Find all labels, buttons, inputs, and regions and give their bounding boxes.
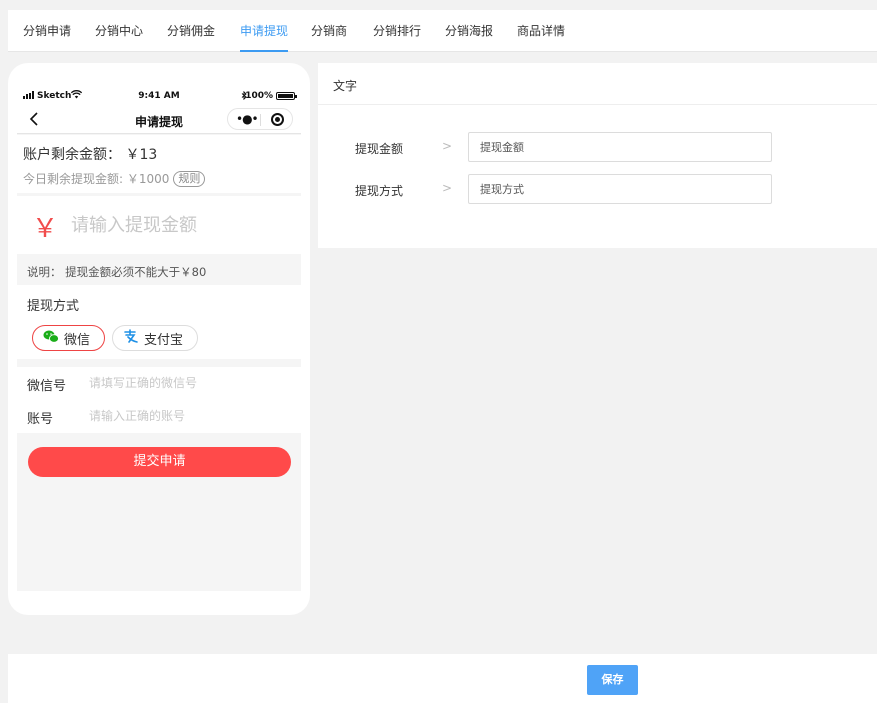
phone-preview: Sketch 9:41 AM 100% 申请提现 •●• 账户剩余金额： ￥13… — [8, 63, 310, 615]
wechat-id-row: 微信号 — [17, 367, 301, 400]
alipay-option[interactable]: 支付宝 — [112, 325, 198, 351]
submit-application-button[interactable]: 提交申请 — [28, 447, 291, 477]
withdraw-method-label: 提现方式 — [27, 299, 80, 314]
phone-screen: Sketch 9:41 AM 100% 申请提现 •●• 账户剩余金额： ￥13… — [17, 88, 301, 591]
status-bar: Sketch 9:41 AM 100% — [17, 88, 301, 106]
withdraw-amount-input[interactable] — [71, 211, 271, 239]
withdraw-method-section: 提现方式 微信 支付宝 — [17, 285, 301, 359]
chevron-right-icon: > — [442, 181, 453, 195]
settings-panel: 文字 提现金额 > 提现方式 > — [318, 63, 877, 248]
wechat-id-input[interactable] — [89, 373, 289, 393]
today-remaining: 今日剩余提现金额: ￥1000 规则 — [23, 170, 206, 187]
account-label: 账号 — [27, 412, 54, 427]
amount-text-input[interactable] — [468, 132, 772, 162]
panel-heading: 文字 — [333, 79, 358, 93]
rules-button[interactable]: 规则 — [173, 170, 206, 187]
footer-bar: 保存 — [8, 654, 877, 703]
today-remaining-text: 今日剩余提现金额: ￥1000 — [23, 172, 170, 186]
battery-percent: 100% — [245, 91, 273, 101]
wechat-label: 微信 — [64, 332, 91, 348]
close-target-icon[interactable] — [271, 113, 284, 126]
tab-distribution-center[interactable]: 分销中心 — [95, 10, 143, 52]
tab-product-detail[interactable]: 商品详情 — [517, 10, 565, 52]
tab-distribution-poster[interactable]: 分销海报 — [445, 10, 493, 52]
account-row: 账号 — [17, 400, 301, 433]
tab-distributors[interactable]: 分销商 — [311, 10, 347, 52]
more-icon[interactable]: •●• — [236, 113, 259, 125]
method-label: 提现方式 — [355, 184, 404, 198]
mini-program-capsule: •●• — [227, 108, 293, 130]
wechat-icon — [43, 330, 59, 347]
tab-distribution-commission[interactable]: 分销佣金 — [167, 10, 215, 52]
panel-header: 文字 — [318, 63, 877, 105]
form-row-method: 提现方式 > — [318, 174, 877, 204]
withdraw-note: 说明： 提现金额必须不能大于￥80 — [27, 265, 207, 279]
wechat-pay-option[interactable]: 微信 — [32, 325, 105, 351]
account-balance: 账户剩余金额： ￥13 — [23, 147, 158, 163]
amount-label: 提现金额 — [355, 142, 404, 156]
wechat-id-label: 微信号 — [27, 379, 67, 394]
alipay-icon — [123, 329, 139, 347]
alipay-label: 支付宝 — [144, 332, 184, 348]
account-fields: 微信号 账号 — [17, 367, 301, 433]
battery-icon — [276, 92, 297, 100]
tab-distribution-apply[interactable]: 分销申请 — [23, 10, 71, 52]
save-button[interactable]: 保存 — [587, 665, 638, 695]
method-text-input[interactable] — [468, 174, 772, 204]
chevron-right-icon: > — [442, 139, 453, 153]
balance-section: 账户剩余金额： ￥13 今日剩余提现金额: ￥1000 规则 — [17, 135, 301, 193]
form-row-amount: 提现金额 > — [318, 132, 877, 162]
phone-nav-bar: 申请提现 •●• — [17, 106, 301, 134]
top-tab-bar: 分销申请 分销中心 分销佣金 申请提现 分销商 分销排行 分销海报 商品详情 — [8, 10, 877, 52]
tab-distribution-ranking[interactable]: 分销排行 — [373, 10, 421, 52]
tab-withdraw-apply[interactable]: 申请提现 — [240, 10, 289, 52]
account-input[interactable] — [89, 406, 289, 426]
yen-symbol: ￥ — [32, 214, 59, 244]
amount-input-row: ￥ — [17, 196, 301, 254]
capsule-divider — [260, 114, 261, 126]
